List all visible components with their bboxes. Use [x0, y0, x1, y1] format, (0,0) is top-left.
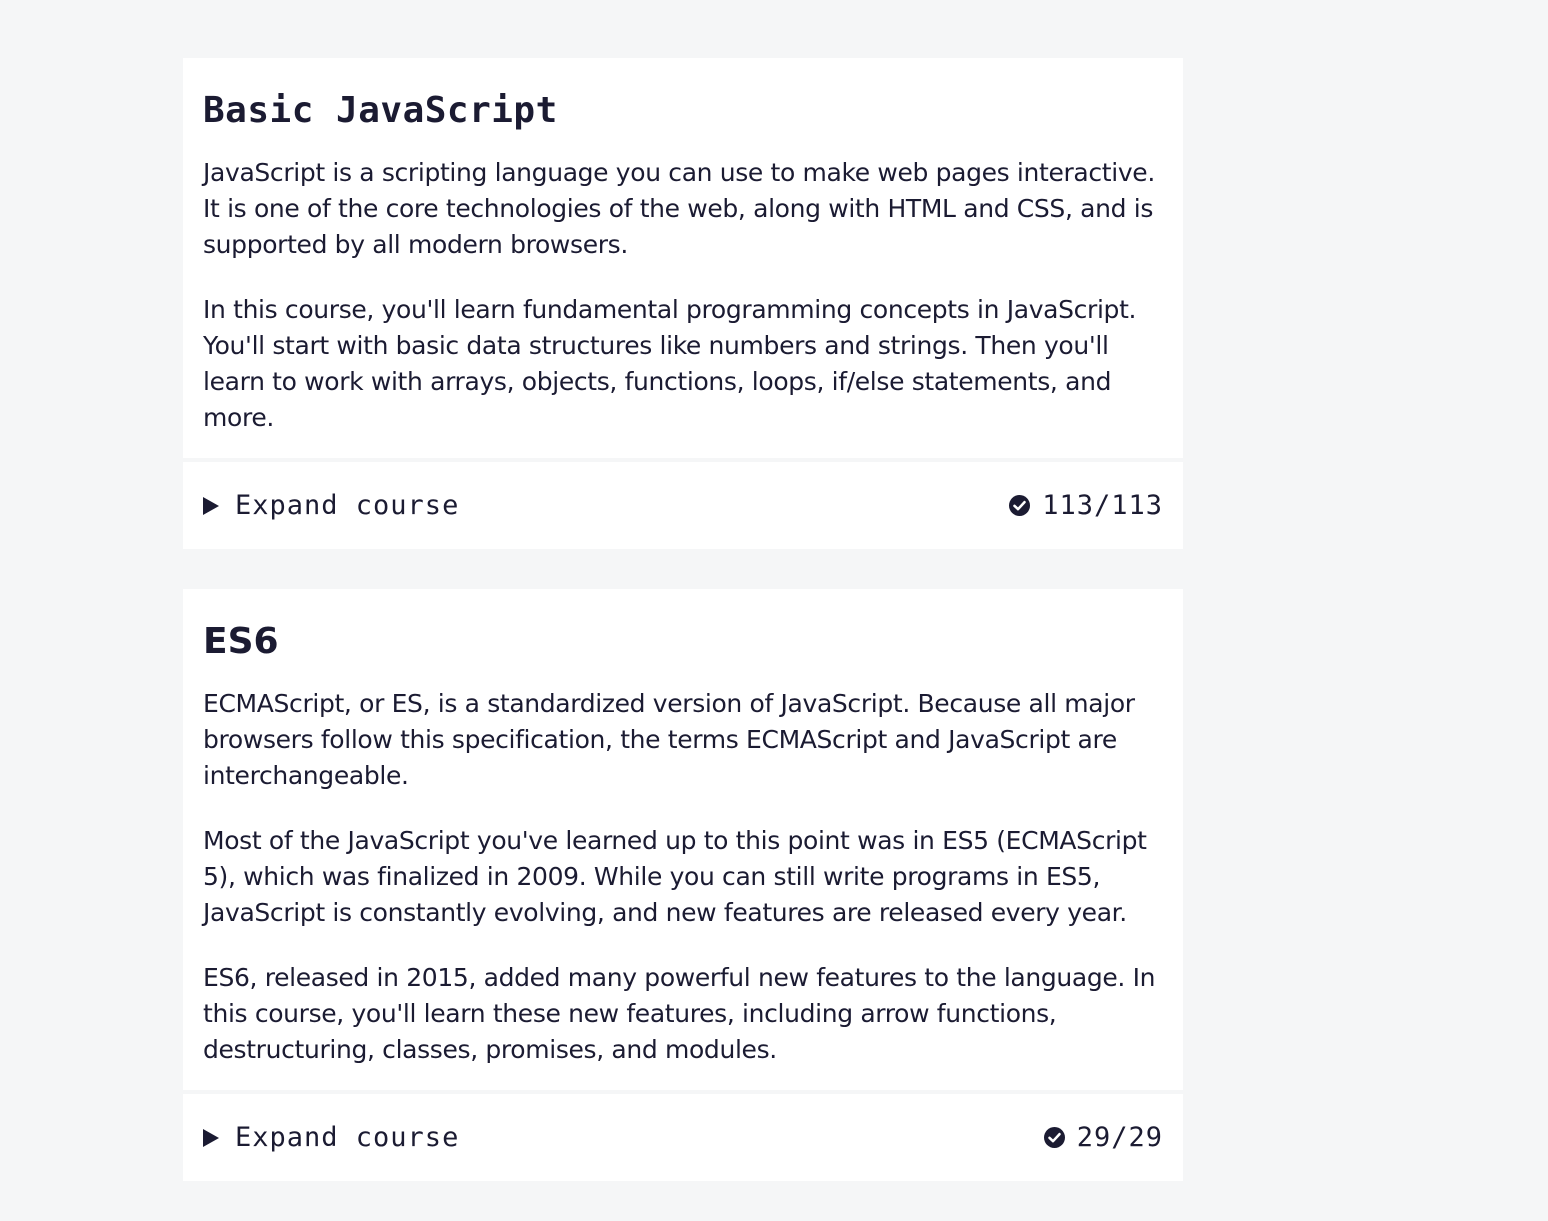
- description-paragraph: ECMAScript, or ES, is a standardized ver…: [203, 689, 1135, 790]
- expand-label: Expand course: [235, 1122, 460, 1153]
- caret-right-icon: [203, 1128, 219, 1147]
- course-card-basic-javascript: Basic JavaScript JavaScript is a scripti…: [183, 58, 1183, 549]
- course-description: JavaScript is a scripting language you c…: [203, 155, 1163, 436]
- expand-toggle[interactable]: Expand course: [203, 1122, 459, 1153]
- description-paragraph: ES6, released in 2015, added many powerf…: [203, 963, 1156, 1064]
- expand-toggle[interactable]: Expand course: [203, 490, 459, 521]
- progress-count: 113/113: [1042, 490, 1163, 521]
- course-list: Basic JavaScript JavaScript is a scripti…: [183, 58, 1183, 1221]
- progress-count: 29/29: [1076, 1122, 1163, 1153]
- course-progress: 113/113: [1009, 490, 1163, 521]
- description-paragraph: In this course, you'll learn fundamental…: [203, 295, 1137, 432]
- check-circle-icon: [1043, 1127, 1065, 1148]
- course-intro: Basic JavaScript JavaScript is a scripti…: [183, 58, 1183, 458]
- caret-right-icon: [203, 496, 219, 515]
- expand-label: Expand course: [235, 490, 460, 521]
- check-circle-icon: [1009, 495, 1031, 516]
- course-title: ES6: [203, 621, 279, 662]
- description-paragraph: JavaScript is a scripting language you c…: [203, 158, 1155, 259]
- course-description: ECMAScript, or ES, is a standardized ver…: [203, 686, 1163, 1068]
- description-paragraph: Most of the JavaScript you've learned up…: [203, 826, 1147, 927]
- course-progress: 29/29: [1043, 1122, 1163, 1153]
- course-card-es6: ES6 ECMAScript, or ES, is a standardized…: [183, 589, 1183, 1181]
- expand-course-button[interactable]: Expand course 29/29: [183, 1094, 1183, 1181]
- course-title: Basic JavaScript: [203, 90, 558, 131]
- course-intro: ES6 ECMAScript, or ES, is a standardized…: [183, 589, 1183, 1090]
- expand-course-button[interactable]: Expand course 113/113: [183, 462, 1183, 549]
